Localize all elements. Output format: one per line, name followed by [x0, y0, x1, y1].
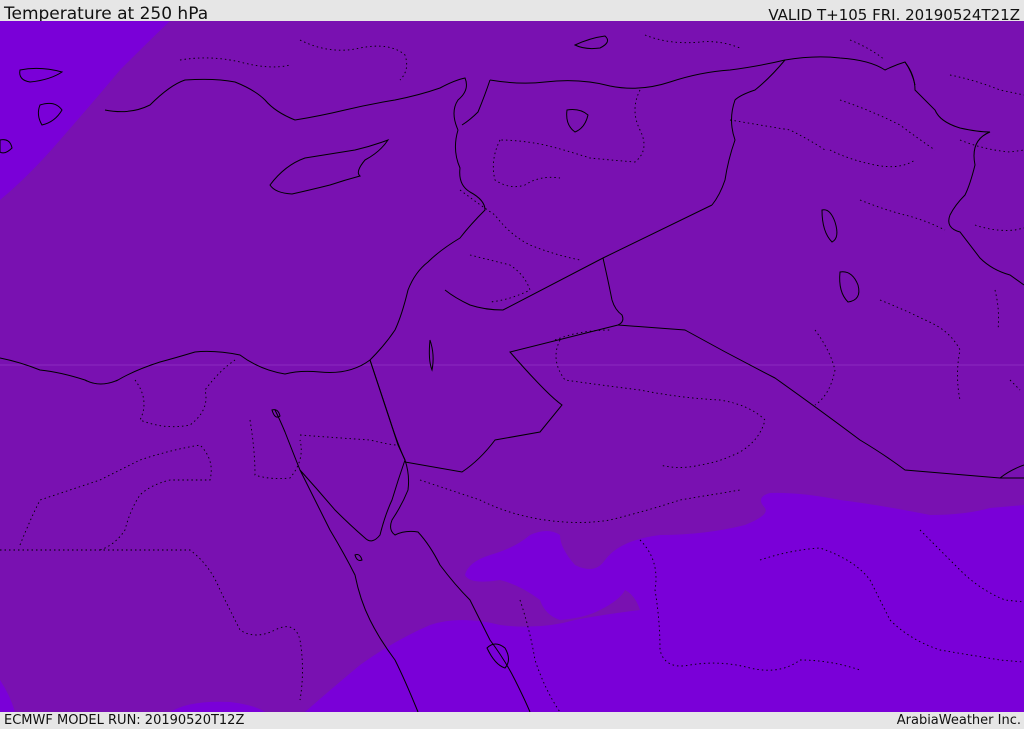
footer-bar: ECMWF MODEL RUN: 20190520T12Z ArabiaWeat…	[0, 712, 1024, 729]
map-canvas[interactable]	[0, 21, 1024, 712]
weather-map-page: Temperature at 250 hPa VALID T+105 FRI. …	[0, 0, 1024, 729]
model-run-label: ECMWF MODEL RUN: 20190520T12Z	[4, 713, 245, 728]
header-bar: Temperature at 250 hPa VALID T+105 FRI. …	[0, 0, 1024, 24]
map-svg	[0, 21, 1024, 712]
credit-label: ArabiaWeather Inc.	[896, 713, 1021, 728]
